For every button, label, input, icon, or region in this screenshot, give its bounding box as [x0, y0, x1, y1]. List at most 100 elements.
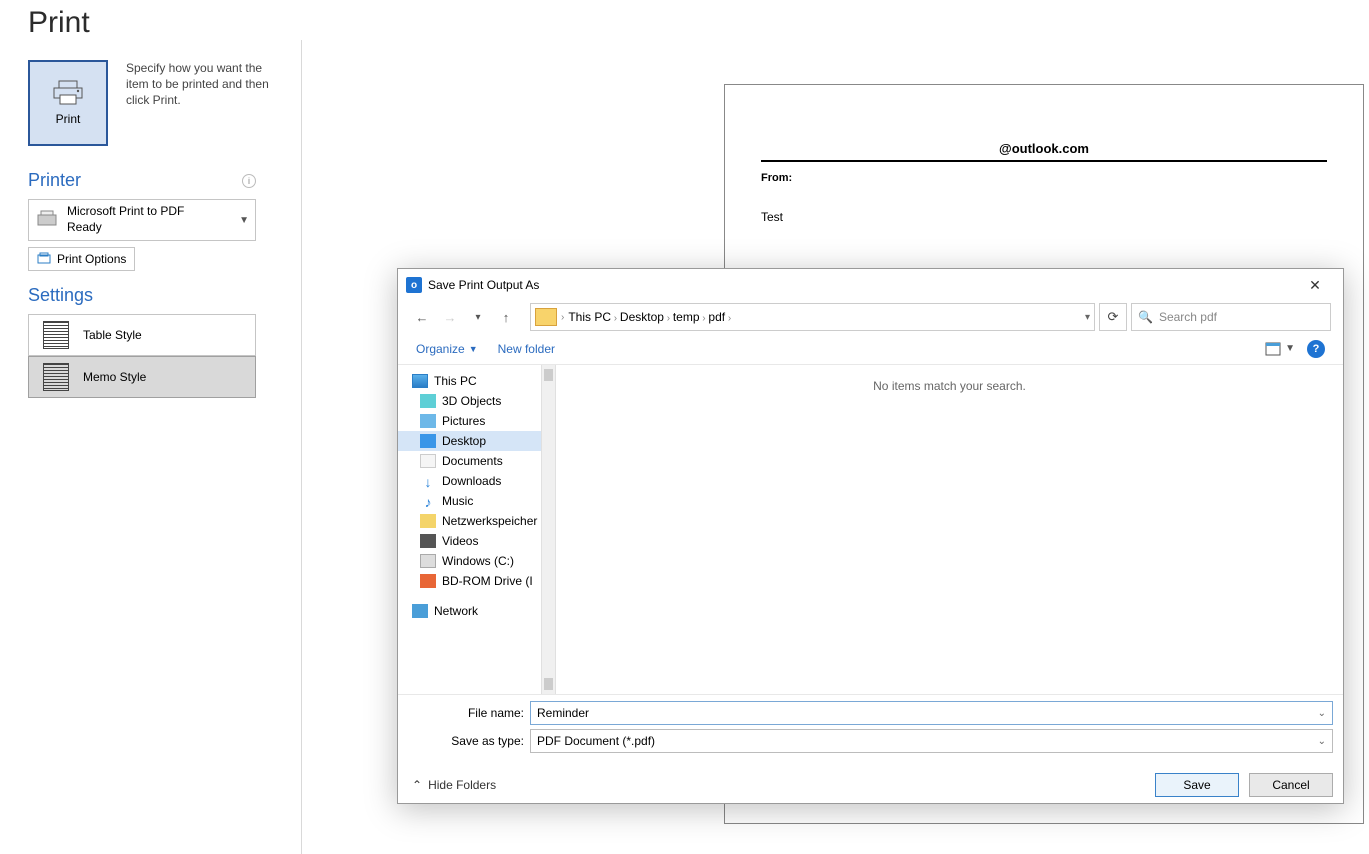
help-icon[interactable]: ?: [1307, 340, 1325, 358]
tree-item[interactable]: ↓ Downloads: [398, 471, 541, 491]
net-icon: [420, 514, 436, 528]
pc-icon: [412, 374, 428, 388]
breadcrumb-segment[interactable]: pdf: [708, 310, 725, 324]
hide-folders-button[interactable]: ⌃ Hide Folders: [412, 778, 496, 792]
search-input[interactable]: 🔍 Search pdf: [1131, 303, 1331, 331]
printer-name: Microsoft Print to PDF: [67, 204, 184, 220]
print-button-label: Print: [56, 112, 81, 126]
nav-up-icon[interactable]: ↑: [494, 305, 518, 329]
tree-item-label: Documents: [442, 454, 503, 468]
tree-item-label: BD-ROM Drive (I: [442, 574, 533, 588]
close-icon[interactable]: ✕: [1295, 277, 1335, 294]
print-left-panel: Print Specify how you want the item to b…: [0, 40, 302, 854]
chevron-down-icon[interactable]: ⌄: [1318, 736, 1326, 747]
printer-small-icon: [35, 210, 59, 230]
tree-item[interactable]: Pictures: [398, 411, 541, 431]
tree-item[interactable]: 3D Objects: [398, 391, 541, 411]
dialog-title: Save Print Output As: [428, 278, 539, 292]
printer-icon: [53, 80, 83, 106]
tree-item-label: This PC: [434, 374, 477, 388]
cancel-button[interactable]: Cancel: [1249, 773, 1333, 797]
tree-item[interactable]: Netzwerkspeicher: [398, 511, 541, 531]
print-options-button[interactable]: Print Options: [28, 247, 135, 271]
organize-button[interactable]: Organize ▼: [416, 342, 478, 356]
view-mode-button[interactable]: ▼: [1265, 342, 1295, 356]
search-icon: 🔍: [1138, 310, 1153, 324]
printer-status: Ready: [67, 220, 184, 236]
preview-from-label: From:: [761, 172, 1327, 184]
tree-item-label: Pictures: [442, 414, 485, 428]
tree-item[interactable]: BD-ROM Drive (I: [398, 571, 541, 591]
tree-item[interactable]: This PC: [398, 371, 541, 391]
chevron-down-icon[interactable]: ▾: [1085, 312, 1090, 323]
mus-icon: ♪: [420, 494, 436, 508]
new-folder-button[interactable]: New folder: [498, 342, 555, 356]
style-item[interactable]: Table Style: [28, 314, 256, 356]
info-icon[interactable]: i: [242, 174, 256, 188]
pic-icon: [420, 414, 436, 428]
page-title: Print: [28, 6, 1369, 40]
chevron-right-icon: ›: [664, 313, 673, 324]
vid-icon: [420, 534, 436, 548]
nav-history-icon[interactable]: ▾: [466, 305, 490, 329]
tree-scrollbar[interactable]: [542, 365, 556, 694]
printer-section-header: Printer: [28, 170, 81, 191]
doc-icon: [420, 454, 436, 468]
tree-item-label: Downloads: [442, 474, 501, 488]
refresh-icon[interactable]: ⟳: [1099, 303, 1127, 331]
style-icon: [43, 363, 69, 391]
chevron-right-icon: ›: [725, 313, 731, 324]
save-type-select[interactable]: PDF Document (*.pdf) ⌄: [530, 729, 1333, 753]
save-type-label: Save as type:: [408, 734, 524, 748]
tree-item-label: Desktop: [442, 434, 486, 448]
c-icon: [420, 554, 436, 568]
tree-item-label: Network: [434, 604, 478, 618]
address-bar[interactable]: › This PC › Desktop › temp › pdf › ▾: [530, 303, 1095, 331]
breadcrumb-segment[interactable]: temp: [673, 310, 700, 324]
tree-item[interactable]: ♪ Music: [398, 491, 541, 511]
preview-body: Test: [761, 210, 1327, 224]
save-button[interactable]: Save: [1155, 773, 1239, 797]
chevron-down-icon: ▼: [239, 215, 249, 226]
search-placeholder: Search pdf: [1159, 310, 1217, 324]
tree-item[interactable]: Network: [398, 601, 541, 621]
outlook-icon: o: [406, 277, 422, 293]
chevron-down-icon: ▼: [469, 344, 478, 354]
print-options-icon: [37, 252, 51, 266]
file-list[interactable]: No items match your search.: [556, 365, 1343, 694]
tree-item[interactable]: Desktop: [398, 431, 541, 451]
folder-tree[interactable]: This PC 3D Objects Pictures Desktop Document…: [398, 365, 542, 694]
printer-selector[interactable]: Microsoft Print to PDF Ready ▼: [28, 199, 256, 241]
chevron-down-icon[interactable]: ⌄: [1318, 708, 1326, 719]
preview-account: @outlook.com: [761, 141, 1327, 162]
nav-back-icon[interactable]: ←: [410, 305, 434, 329]
print-options-label: Print Options: [57, 252, 126, 266]
tree-item-label: 3D Objects: [442, 394, 501, 408]
dl-icon: ↓: [420, 474, 436, 488]
style-item[interactable]: Memo Style: [28, 356, 256, 398]
breadcrumb-segment[interactable]: This PC: [568, 310, 611, 324]
tree-item-label: Windows (C:): [442, 554, 514, 568]
view-icon: [1265, 342, 1281, 356]
empty-state: No items match your search.: [873, 379, 1026, 393]
print-hint: Specify how you want the item to be prin…: [126, 60, 286, 109]
3d-icon: [420, 394, 436, 408]
style-icon: [43, 321, 69, 349]
file-name-input[interactable]: Reminder ⌄: [530, 701, 1333, 725]
nav-forward-icon: →: [438, 305, 462, 329]
tree-item-label: Music: [442, 494, 473, 508]
breadcrumb-segment[interactable]: Desktop: [620, 310, 664, 324]
tree-item[interactable]: Windows (C:): [398, 551, 541, 571]
settings-section-header: Settings: [28, 285, 93, 306]
save-dialog: o Save Print Output As ✕ ← → ▾ ↑ › This …: [397, 268, 1344, 804]
desk-icon: [420, 434, 436, 448]
tree-item[interactable]: Videos: [398, 531, 541, 551]
folder-icon: [535, 308, 557, 326]
style-label: Table Style: [83, 328, 142, 342]
bd-icon: [420, 574, 436, 588]
network-icon: [412, 604, 428, 618]
file-name-label: File name:: [408, 706, 524, 720]
chevron-right-icon: ›: [611, 313, 620, 324]
tree-item[interactable]: Documents: [398, 451, 541, 471]
print-button[interactable]: Print: [28, 60, 108, 146]
